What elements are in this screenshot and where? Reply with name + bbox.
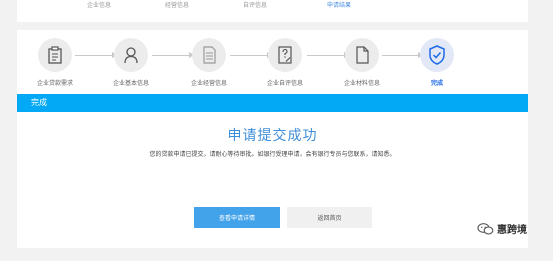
watermark: 惠跨境	[477, 221, 527, 236]
top-tab-1[interactable]: 经营信息	[165, 0, 189, 9]
application-card: 企业贷款需求 企业基本信息 企业经营信息 企业自评信息 企业材料信息 完成 完成…	[17, 30, 528, 248]
person-icon	[114, 38, 148, 72]
step-label: 企业贷款需求	[36, 80, 73, 87]
top-tab-0[interactable]: 企业信息	[87, 0, 111, 9]
step-loan-demand: 企业贷款需求	[20, 38, 90, 87]
result-title: 申请提交成功	[227, 128, 318, 144]
step-business-info: 企业经营信息	[174, 38, 244, 87]
step-label: 企业材料信息	[343, 80, 380, 87]
back-home-button[interactable]: 返回首页	[287, 207, 372, 228]
shield-check-icon	[420, 38, 454, 72]
step-materials: 企业材料信息	[327, 38, 397, 87]
banner-title: 完成	[31, 98, 47, 107]
document-list-icon	[192, 38, 226, 72]
wechat-icon	[477, 222, 494, 235]
step-basic-info: 企业基本信息	[96, 38, 166, 87]
edit-document-icon	[268, 38, 302, 72]
step-self-evaluation: 企业自评信息	[250, 38, 320, 87]
clipboard-icon	[38, 38, 72, 72]
section-banner: 完成	[17, 94, 528, 112]
step-complete: 完成	[402, 38, 472, 87]
file-icon	[345, 38, 379, 72]
step-label: 完成	[430, 80, 443, 87]
top-tab-bar: 企业信息 经营信息 自评信息 申请结果	[17, 0, 528, 22]
watermark-text: 惠跨境	[497, 225, 527, 236]
step-label: 企业基本信息	[112, 80, 149, 87]
result-message: 您的贷款申请已提交，请耐心等待审批。如银行受理申请，会有银行专员与您联系，请知悉…	[149, 151, 396, 158]
top-tab-3[interactable]: 申请结果	[327, 0, 351, 9]
view-application-button[interactable]: 查看申请详情	[194, 207, 280, 228]
step-label: 企业经营信息	[190, 80, 227, 87]
step-label: 企业自评信息	[266, 80, 303, 87]
top-tab-2[interactable]: 自评信息	[243, 0, 267, 9]
